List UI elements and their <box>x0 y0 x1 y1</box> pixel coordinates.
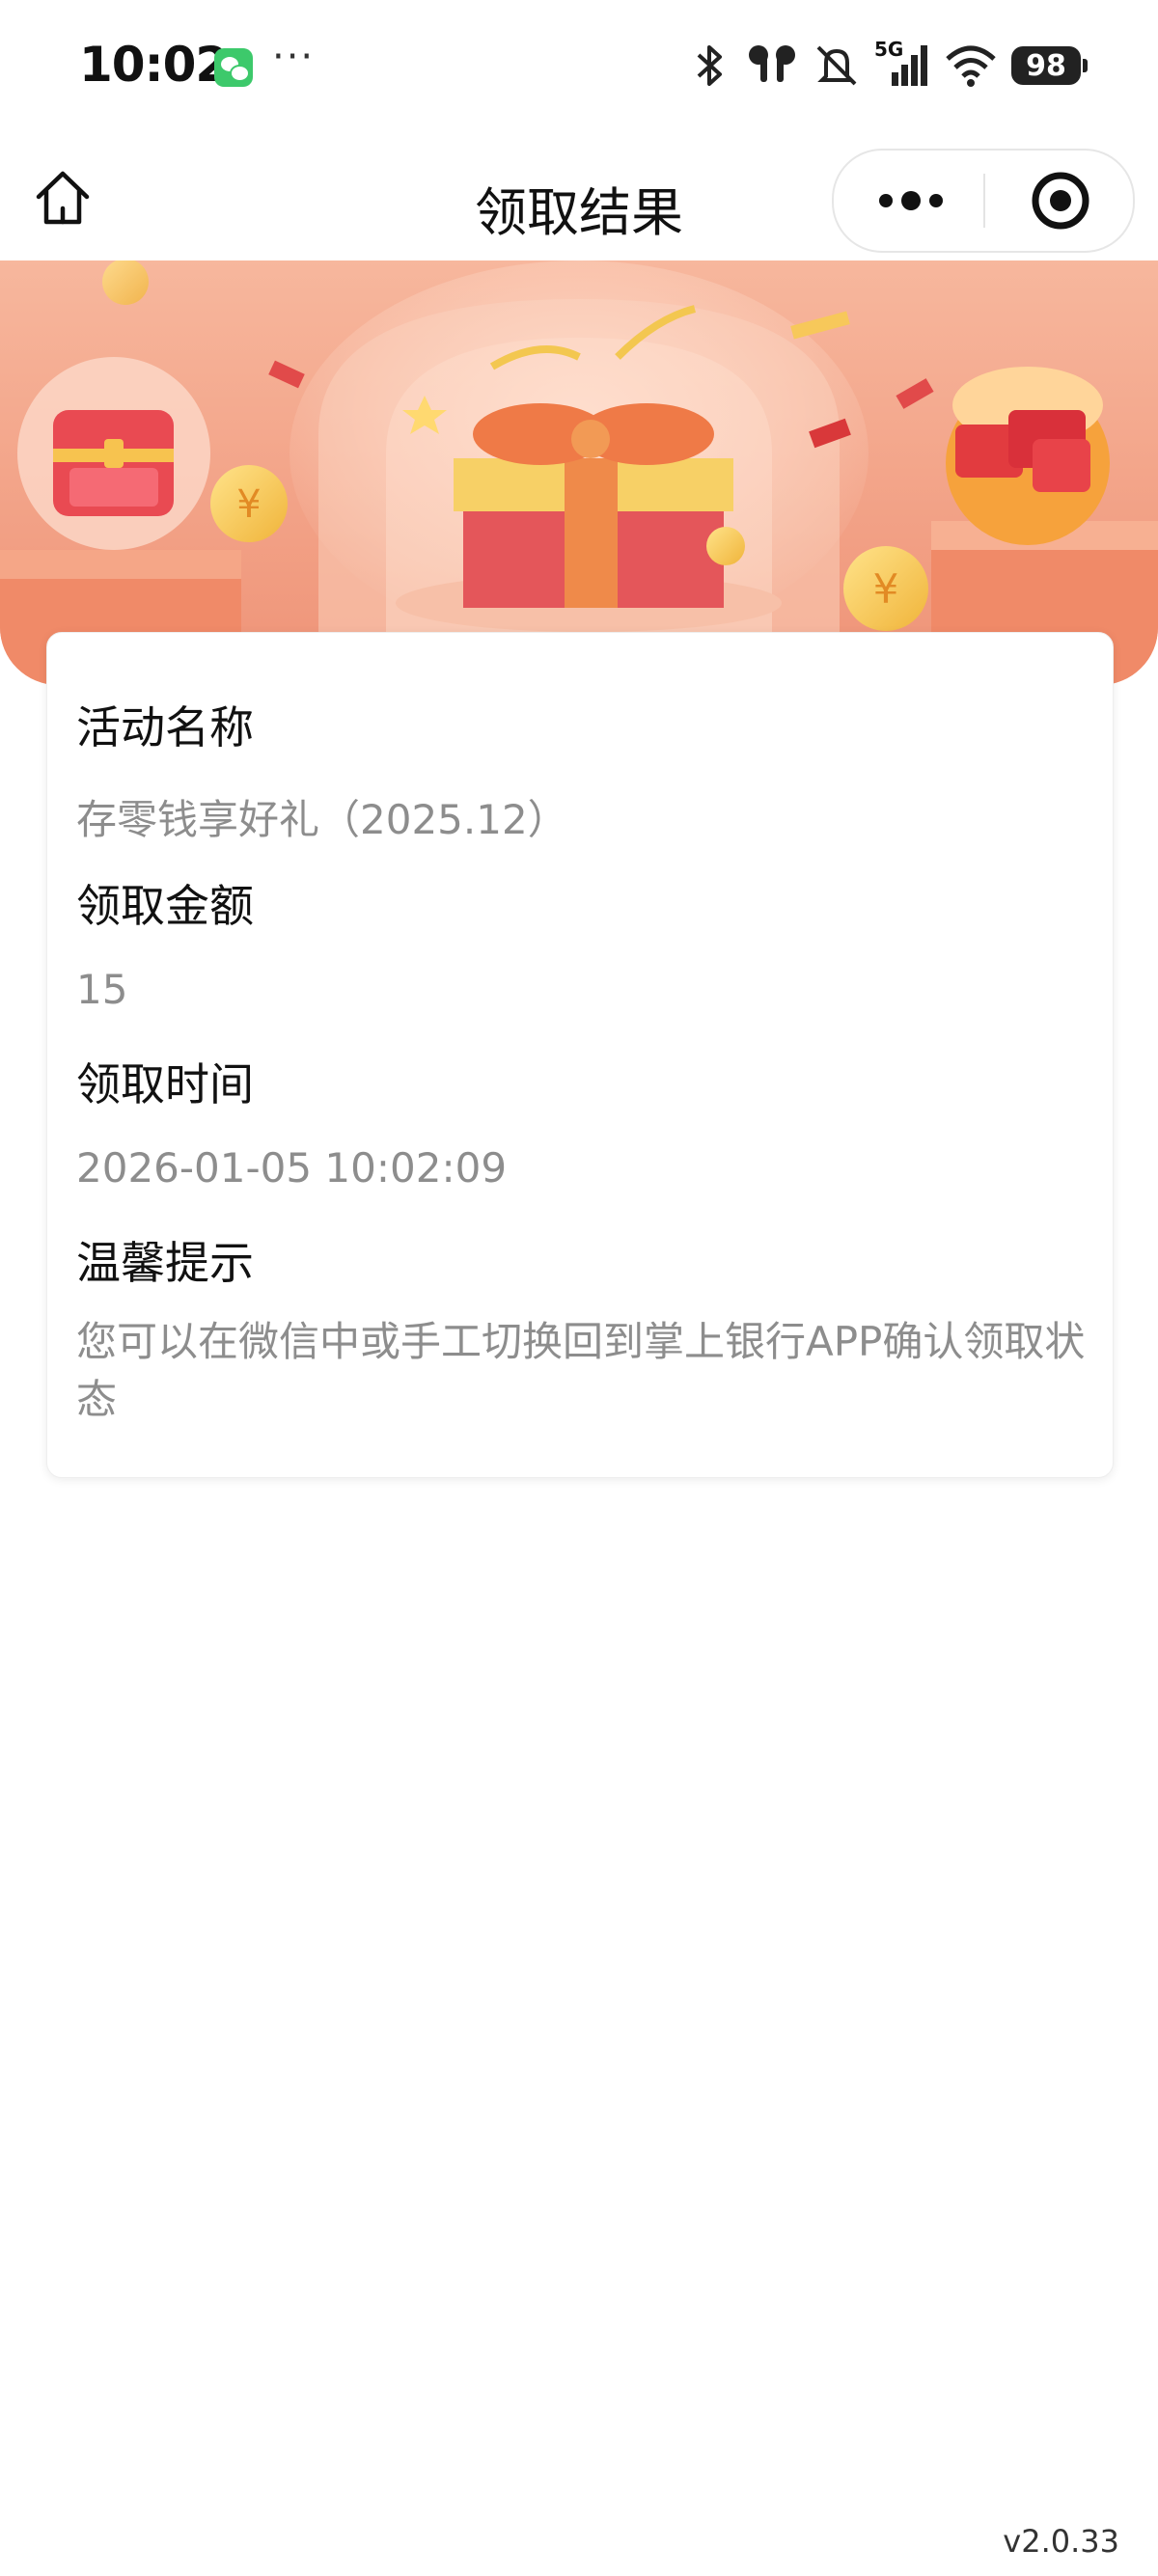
capsule-divider <box>983 174 985 228</box>
svg-text:¥: ¥ <box>236 482 261 527</box>
activity-name-value: 存零钱享好礼（2025.12） <box>76 796 568 843</box>
banner-illustration: ¥ ¥ <box>0 260 1158 685</box>
battery-indicator: 98 <box>1011 46 1088 85</box>
bluetooth-icon <box>697 45 722 86</box>
amount-value: 15 <box>76 966 128 1013</box>
status-icons: 5G 98 <box>689 37 1088 95</box>
claim-time-value: 2026-01-05 10:02:09 <box>76 1144 508 1192</box>
status-bar: 10:02 ··· 5G 98 <box>0 0 1158 135</box>
svg-text:¥: ¥ <box>873 565 899 613</box>
close-miniprogram-icon[interactable] <box>1022 151 1099 251</box>
tip-value: 您可以在微信中或手工切换回到掌上银行APP确认领取状态 <box>76 1318 1086 1423</box>
more-options-icon[interactable] <box>872 151 950 251</box>
wifi-icon <box>946 45 996 87</box>
signal-icon <box>892 45 927 86</box>
more-notifications-icon: ··· <box>272 35 316 79</box>
signal-indicator: 5G <box>874 38 930 90</box>
mute-bell-icon <box>816 45 857 86</box>
tip-label: 温馨提示 <box>76 1237 254 1289</box>
wechat-notification-icon <box>214 48 253 87</box>
navigation-bar: 领取结果 <box>0 135 1158 260</box>
miniprogram-capsule <box>832 149 1135 253</box>
amount-label: 领取金额 <box>76 880 254 932</box>
version-label: v2.0.33 <box>1003 2523 1119 2560</box>
promo-banner: ¥ ¥ <box>0 260 1158 685</box>
activity-name-label: 活动名称 <box>76 701 254 754</box>
clock: 10:02 <box>79 37 229 93</box>
result-card: 活动名称 存零钱享好礼（2025.12） 领取金额 15 领取时间 2026-0… <box>46 632 1114 1478</box>
earbuds-icon <box>749 45 795 82</box>
claim-time-label: 领取时间 <box>76 1058 254 1110</box>
